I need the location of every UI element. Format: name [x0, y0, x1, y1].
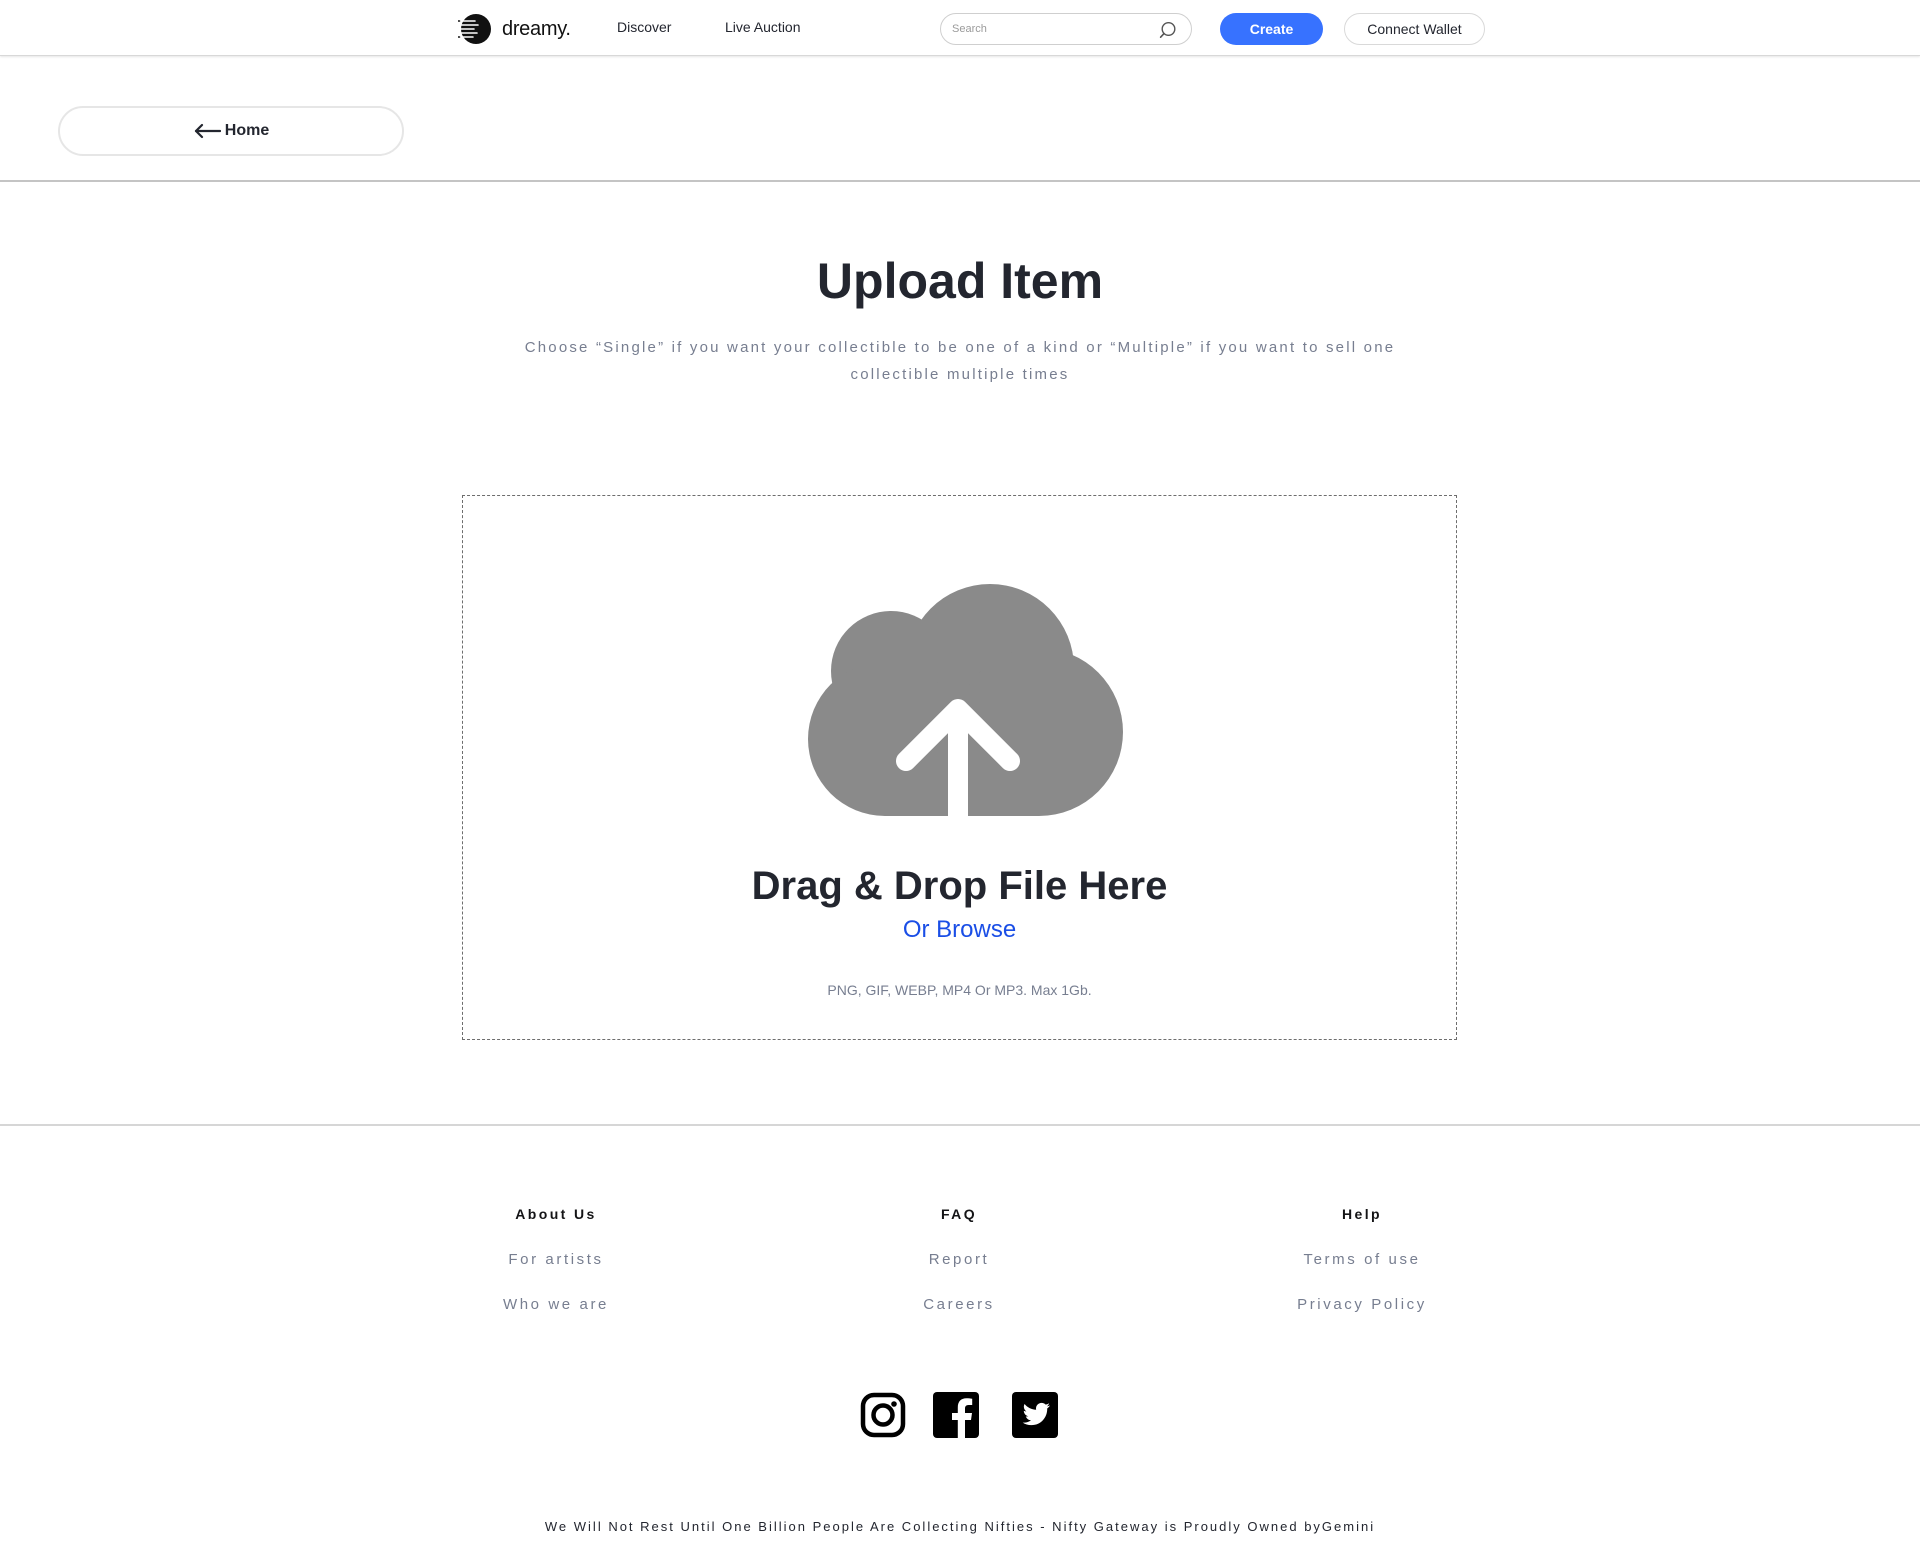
- instagram-link[interactable]: [860, 1392, 906, 1438]
- cloud-upload-icon: [808, 584, 1123, 816]
- page-title: Upload Item: [816, 253, 1104, 309]
- footer-tagline: We Will Not Rest Until One Billion Peopl…: [544, 1519, 1376, 1534]
- footer-link-who-we-are[interactable]: Who we are: [426, 1296, 686, 1316]
- footer-link-for-artists[interactable]: For artists: [426, 1251, 686, 1271]
- browse-link[interactable]: Or Browse: [463, 916, 1456, 944]
- home-label: Home: [224, 122, 270, 139]
- dropzone-title: Drag & Drop File Here: [751, 864, 1168, 908]
- nav-live-auction[interactable]: Live Auction: [725, 19, 801, 35]
- nav-discover[interactable]: Discover: [617, 19, 671, 35]
- file-types-hint: PNG, GIF, WEBP, MP4 Or MP3. Max 1Gb.: [827, 982, 1092, 998]
- footer-link-report[interactable]: Report: [829, 1251, 1089, 1271]
- brand-logo[interactable]: dreamy.: [458, 12, 571, 46]
- footer-heading-help: Help: [1342, 1206, 1382, 1222]
- create-button[interactable]: Create: [1220, 13, 1323, 45]
- home-button[interactable]: Home: [58, 106, 404, 156]
- footer-heading-faq: FAQ: [941, 1206, 977, 1222]
- page-subtitle: Choose “Single” if you want your collect…: [524, 339, 1396, 383]
- instagram-icon: [860, 1392, 906, 1438]
- footer-heading-about: About Us: [515, 1206, 597, 1222]
- search-box: [940, 13, 1192, 45]
- top-navbar: dreamy. Discover Live Auction Create Con…: [0, 0, 1920, 56]
- facebook-link[interactable]: [933, 1392, 979, 1438]
- footer-column-faq: FAQ Report Careers: [829, 1206, 1089, 1316]
- twitter-icon: [1012, 1392, 1058, 1438]
- arrow-left-icon: [194, 123, 221, 139]
- search-input[interactable]: [952, 14, 1152, 44]
- footer-divider: [0, 1124, 1920, 1126]
- twitter-link[interactable]: [1012, 1392, 1058, 1438]
- logo-icon: [458, 14, 491, 44]
- footer-link-privacy[interactable]: Privacy Policy: [1232, 1296, 1492, 1316]
- section-divider: [0, 180, 1920, 182]
- connect-wallet-button[interactable]: Connect Wallet: [1344, 13, 1485, 45]
- footer-link-careers[interactable]: Careers: [829, 1296, 1089, 1316]
- footer-column-help: Help Terms of use Privacy Policy: [1232, 1206, 1492, 1316]
- footer-link-terms[interactable]: Terms of use: [1232, 1251, 1492, 1271]
- file-dropzone[interactable]: Drag & Drop File Here Or Browse PNG, GIF…: [462, 495, 1457, 1040]
- footer-column-about: About Us For artists Who we are: [426, 1206, 686, 1316]
- facebook-icon: [933, 1392, 979, 1438]
- search-icon[interactable]: [1159, 21, 1177, 39]
- brand-name: dreamy.: [502, 17, 571, 40]
